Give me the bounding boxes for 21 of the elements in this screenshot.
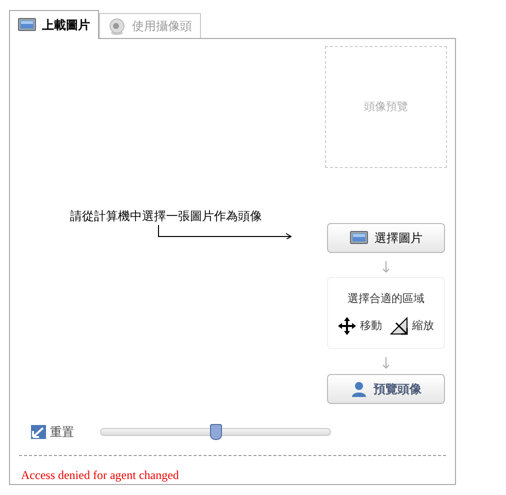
- avatar-preview: 頭像預覽: [325, 46, 447, 168]
- error-message: Access denied for agent changed: [21, 467, 180, 484]
- monitor-icon: [18, 18, 36, 32]
- slider-thumb[interactable]: [210, 424, 222, 440]
- zoom-slider[interactable]: [100, 423, 331, 441]
- select-image-button[interactable]: 選擇圖片: [327, 223, 445, 253]
- action-label: 縮放: [412, 318, 434, 334]
- user-icon: [350, 381, 366, 397]
- step-title: 選擇合適的區域: [348, 291, 424, 308]
- preview-avatar-button[interactable]: 預覽頭像: [327, 374, 445, 404]
- instruction-text: 請從計算機中選擇一張圖片作為頭像: [70, 208, 263, 225]
- reset-button[interactable]: 重置: [31, 423, 74, 441]
- monitor-icon: [350, 231, 368, 245]
- reset-icon: [31, 425, 46, 439]
- resize-icon: [390, 316, 408, 335]
- tab[interactable]: 上載圖片: [9, 10, 99, 39]
- action-label: 移動: [360, 318, 382, 334]
- down-arrow-icon: [382, 357, 390, 369]
- move-icon: [338, 316, 356, 335]
- webcam-icon: [108, 18, 126, 34]
- down-arrow-icon: [382, 261, 390, 273]
